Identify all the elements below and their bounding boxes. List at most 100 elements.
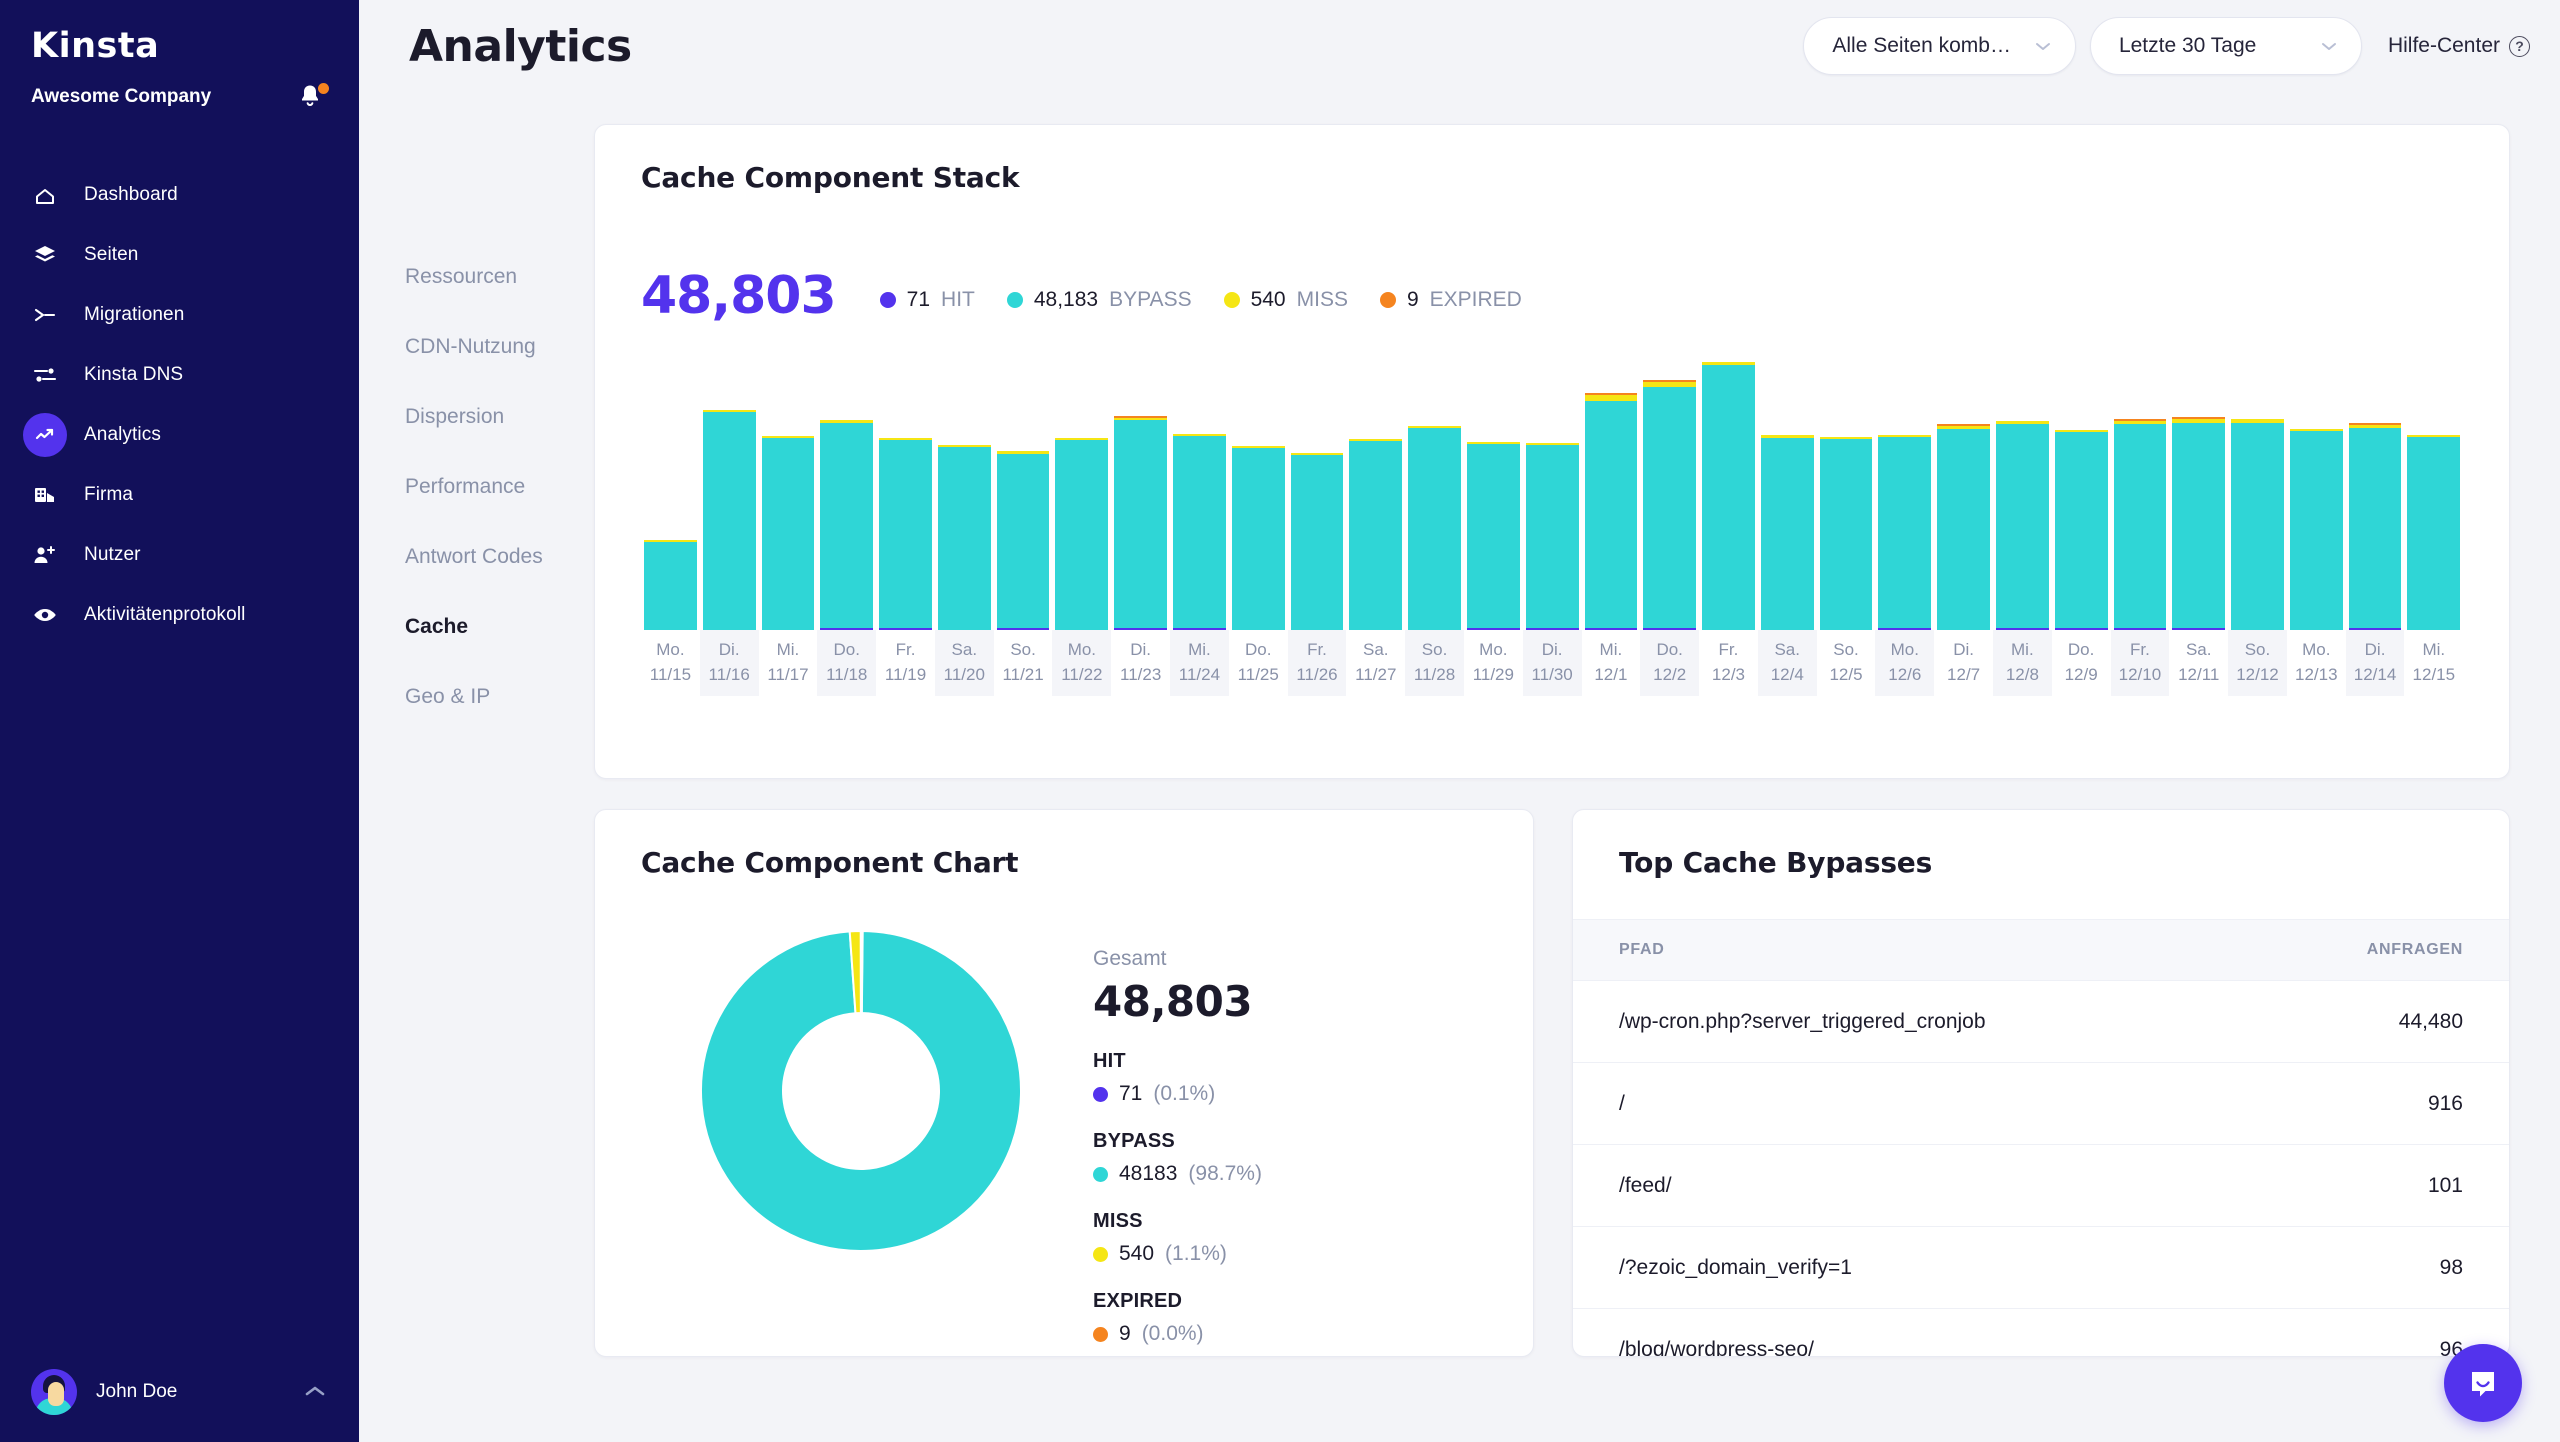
bar-column[interactable] (1052, 362, 1111, 630)
help-center-link[interactable]: Hilfe-Center ? (2388, 34, 2530, 58)
subnav-item-cache[interactable]: Cache (405, 592, 594, 662)
bar-column[interactable] (1288, 362, 1347, 630)
subnav-item-dispersion[interactable]: Dispersion (405, 382, 594, 452)
bar-column[interactable] (994, 362, 1053, 630)
x-axis-tick: Mi.12/8 (1993, 630, 2052, 696)
tick-weekday: Fr. (1719, 638, 1739, 663)
kinsta-logo[interactable]: Kinsta (31, 28, 359, 64)
tick-date: 12/13 (2295, 663, 2338, 688)
bar-column[interactable] (1523, 362, 1582, 630)
page-title: Analytics (409, 21, 632, 72)
bar-column[interactable] (641, 362, 700, 630)
subnav-label: Antwort Codes (405, 545, 543, 569)
bar-segment (2055, 628, 2108, 630)
legend-item-expired[interactable]: 9EXPIRED (1380, 288, 1522, 312)
bar-segment (1114, 420, 1167, 628)
bar-column[interactable] (759, 362, 818, 630)
bar-column[interactable] (2169, 362, 2228, 630)
bar-column[interactable] (1346, 362, 1405, 630)
bar-segment (1996, 628, 2049, 630)
subnav-item-geo-ip[interactable]: Geo & IP (405, 662, 594, 732)
chevron-down-icon (2033, 36, 2053, 57)
bar-segment (1761, 438, 1814, 630)
bar-column[interactable] (1582, 362, 1641, 630)
sidebar-item-seiten[interactable]: Seiten (0, 225, 359, 285)
donut-legend: Gesamt 48,803 HIT71(0.1%)BYPASS48183(98.… (1093, 921, 1262, 1346)
tick-date: 12/3 (1712, 663, 1745, 688)
cell-requests: 44,480 (2399, 1010, 2463, 1034)
donut-entry-hit: HIT71(0.1%) (1093, 1050, 1262, 1106)
subnav-item-antwort-codes[interactable]: Antwort Codes (405, 522, 594, 592)
legend-item-bypass[interactable]: 48,183BYPASS (1007, 288, 1192, 312)
legend-item-miss[interactable]: 540MISS (1224, 288, 1348, 312)
sidebar-item-kinsta-dns[interactable]: Kinsta DNS (0, 345, 359, 405)
date-range-select[interactable]: Letzte 30 Tage (2090, 17, 2362, 75)
bar-segment (1878, 437, 1931, 628)
sidebar-item-firma[interactable]: Firma (0, 465, 359, 525)
entry-dot (1093, 1327, 1108, 1342)
chevron-up-icon[interactable] (302, 1379, 328, 1405)
donut-slice-expired[interactable] (861, 931, 863, 1013)
tick-date: 11/23 (1120, 663, 1161, 688)
subnav-label: Geo & IP (405, 685, 490, 709)
bar-column[interactable] (1699, 362, 1758, 630)
sidebar-item-nutzer[interactable]: Nutzer (0, 525, 359, 585)
sidebar-label: Migrationen (84, 304, 184, 326)
table-row[interactable]: /wp-cron.php?server_triggered_cronjob44,… (1573, 981, 2509, 1063)
bar-column[interactable] (2404, 362, 2463, 630)
bar-column[interactable] (935, 362, 994, 630)
bar-segment (2114, 628, 2167, 630)
bar-column[interactable] (1758, 362, 1817, 630)
bar-segment (1408, 428, 1461, 630)
bar-column[interactable] (876, 362, 935, 630)
site-select[interactable]: Alle Seiten komb… (1803, 17, 2076, 75)
chat-bubble-icon[interactable] (2444, 1344, 2522, 1422)
bell-icon[interactable] (298, 83, 328, 111)
sidebar-item-analytics[interactable]: Analytics (0, 405, 359, 465)
bar-column[interactable] (1640, 362, 1699, 630)
tick-date: 11/20 (944, 663, 985, 688)
legend-item-hit[interactable]: 71HIT (880, 288, 975, 312)
bar-column[interactable] (700, 362, 759, 630)
bar-column[interactable] (2052, 362, 2111, 630)
bar-column[interactable] (1111, 362, 1170, 630)
bar-column[interactable] (1875, 362, 1934, 630)
sidebar-item-dashboard[interactable]: Dashboard (0, 165, 359, 225)
logo-text: Kinsta (31, 26, 159, 66)
donut-entry-list: HIT71(0.1%)BYPASS48183(98.7%)MISS540(1.1… (1093, 1050, 1262, 1346)
bar-column[interactable] (817, 362, 876, 630)
table-row[interactable]: /blog/wordpress-seo/96 (1573, 1309, 2509, 1357)
bar-column[interactable] (1405, 362, 1464, 630)
main-area: Analytics Alle Seiten komb… Letzte 30 Ta… (359, 0, 2560, 1442)
sidebar-item-aktivitaetenprotokoll[interactable]: Aktivitätenprotokoll (0, 585, 359, 645)
table-row[interactable]: /feed/101 (1573, 1145, 2509, 1227)
subnav-item-ressourcen[interactable]: Ressourcen (405, 242, 594, 312)
subnav-item-performance[interactable]: Performance (405, 452, 594, 522)
column-header-requests: ANFRAGEN (2367, 941, 2463, 959)
bar-column[interactable] (1229, 362, 1288, 630)
bar-column[interactable] (2346, 362, 2405, 630)
bar-column[interactable] (2111, 362, 2170, 630)
donut-total-value: 48,803 (1093, 977, 1262, 1026)
subnav-item-cdn-nutzung[interactable]: CDN-Nutzung (405, 312, 594, 382)
donut-chart[interactable] (641, 921, 1081, 1346)
table-row[interactable]: /?ezoic_domain_verify=198 (1573, 1227, 2509, 1309)
bar-column[interactable] (1993, 362, 2052, 630)
entry-row: 71(0.1%) (1093, 1082, 1262, 1106)
table-row[interactable]: /916 (1573, 1063, 2509, 1145)
dns-icon (23, 353, 67, 397)
tick-date: 12/10 (2119, 663, 2162, 688)
bar-column[interactable] (1464, 362, 1523, 630)
bar-segment (1232, 448, 1285, 630)
bar-column[interactable] (1817, 362, 1876, 630)
table-header-row: PFAD ANFRAGEN (1573, 919, 2509, 981)
stacked-bar-chart[interactable] (641, 362, 2463, 630)
sidebar-item-migrationen[interactable]: Migrationen (0, 285, 359, 345)
bar-column[interactable] (1934, 362, 1993, 630)
bar-column[interactable] (1170, 362, 1229, 630)
bar-column[interactable] (2287, 362, 2346, 630)
bar-column[interactable] (2228, 362, 2287, 630)
user-profile-menu[interactable]: John Doe (0, 1366, 359, 1418)
tick-date: 11/18 (826, 663, 867, 688)
tick-weekday: Do. (1245, 638, 1271, 663)
